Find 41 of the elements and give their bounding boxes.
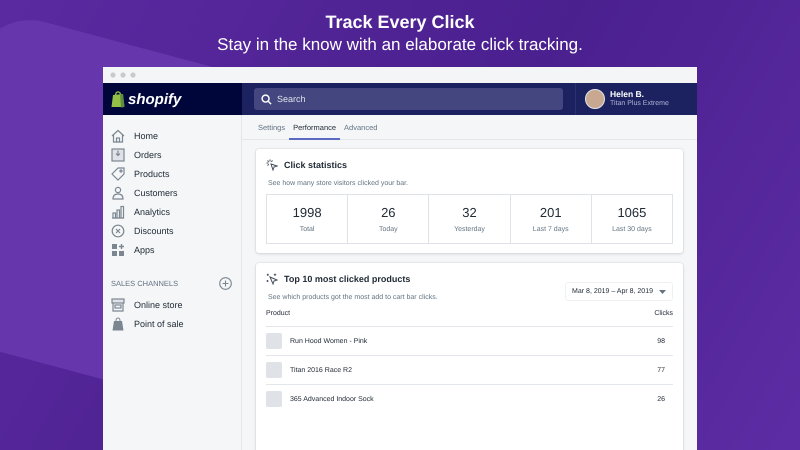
headline-subtitle: Stay in the know with an elaborate click tracking. — [216, 34, 584, 56]
search-field[interactable]: Search — [254, 88, 563, 110]
caret-icon — [659, 290, 666, 294]
sidebar-item[interactable]: Online store — [111, 295, 241, 314]
avatar — [585, 89, 605, 109]
sidebar-item[interactable]: Home — [111, 126, 241, 145]
sidebar-item[interactable]: Point of sale — [111, 314, 241, 333]
person-icon — [111, 186, 125, 200]
window-dots-icon — [110, 72, 136, 78]
tag-icon — [111, 166, 125, 180]
product-photo-placeholder — [266, 362, 282, 378]
home-icon — [111, 128, 125, 142]
sidebar-item[interactable]: Orders — [111, 145, 241, 164]
sparkle-cursor-icon — [266, 273, 278, 285]
product-photo-placeholder — [266, 391, 282, 407]
shopify-logo-text: shopify — [128, 90, 182, 108]
bag-icon — [111, 316, 125, 330]
apps-icon — [111, 242, 125, 256]
shopping-bag-logo-icon — [111, 90, 125, 108]
user-name: Helen B. — [610, 89, 646, 99]
sidebar-item[interactable]: Analytics — [111, 202, 241, 221]
discount-icon — [111, 224, 125, 238]
card-title: Click statistics — [284, 160, 348, 170]
sidebar-item[interactable]: Customers — [111, 183, 241, 202]
sidebar-item[interactable]: Products — [111, 164, 241, 183]
stat-value: 26 — [381, 205, 396, 220]
headline-title: Track Every Click — [324, 11, 476, 33]
stat-value: 32 — [462, 205, 477, 220]
orders-icon — [111, 148, 125, 162]
sidebar-item[interactable]: Discounts — [111, 221, 241, 240]
search-icon — [261, 94, 272, 105]
stat-value: 201 — [540, 205, 562, 220]
add-icon[interactable] — [219, 277, 232, 290]
stat-value: 1998 — [292, 205, 322, 220]
product-photo-placeholder — [266, 333, 282, 349]
stat-value: 1065 — [617, 205, 646, 220]
chart-icon — [111, 204, 125, 218]
cursor-click-icon — [266, 159, 278, 171]
store-icon — [111, 298, 125, 312]
sidebar-item[interactable]: Apps — [111, 240, 241, 259]
card-title: Top 10 most clicked products — [284, 274, 410, 284]
